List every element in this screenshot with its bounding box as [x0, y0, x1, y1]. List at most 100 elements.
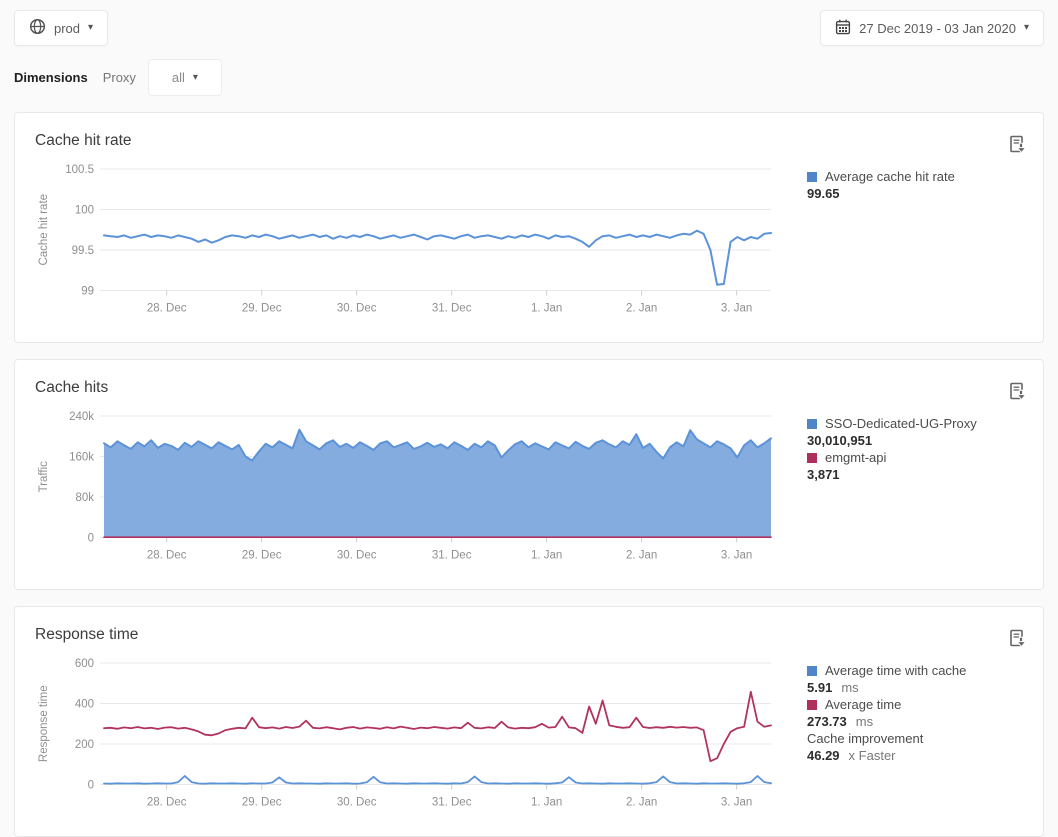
dimensions-bar: Dimensions Proxy all ▾ — [0, 46, 1058, 96]
legend-value-row: 30,010,951 — [807, 432, 1033, 449]
x-axis-tick-label: 29. Dec — [242, 303, 282, 315]
gridlines: 600 400 200 0 — [75, 658, 771, 792]
chart-plot: 600 400 200 0 28. Dec 29. Dec 30. Dec 31. Dec 1.… — [15, 654, 803, 818]
export-report-icon[interactable] — [1008, 629, 1027, 655]
proxy-filter-value: all — [172, 70, 185, 85]
chart-legend: Average time with cache5.91 msAverage tim… — [803, 654, 1039, 818]
legend-unit: ms — [856, 714, 873, 729]
legend-label: Cache improvement — [807, 730, 923, 747]
top-bar: prod ▾ 27 Dec 2019 - 03 Jan 2020 ▾ — [0, 0, 1058, 46]
chart-plot: 240k160k80k028. Dec29. Dec30. Dec31. Dec… — [15, 407, 803, 571]
legend-item: emgmt-api — [807, 449, 1033, 466]
chart-plot: 100.510099.59928. Dec29. Dec30. Dec31. D… — [15, 160, 803, 324]
legend-label: Average time with cache — [825, 662, 966, 679]
legend-item: Average cache hit rate — [807, 168, 1033, 185]
x-axis-tick-label: 31. Dec — [432, 797, 472, 809]
y-axis-title: Response time — [38, 685, 50, 762]
x-axis-tick-label: 3. Jan — [721, 303, 752, 315]
x-axis-tick-label: 29. Dec — [242, 797, 282, 809]
y-axis-tick-label: 100.5 — [65, 164, 94, 176]
chart-legend: Average cache hit rate99.65 — [803, 160, 1039, 324]
legend-value-row: 273.73 ms — [807, 713, 1033, 730]
date-range-label: 27 Dec 2019 - 03 Jan 2020 — [859, 21, 1016, 36]
chart-card-1: Cache hits 240k160k80k028. Dec29. Dec30.… — [14, 359, 1044, 590]
legend-value-row: 46.29 x Faster — [807, 747, 1033, 764]
y-axis-tick-label: 600 — [75, 658, 94, 670]
proxy-filter-select[interactable]: all ▾ — [148, 59, 222, 96]
card-title: Cache hit rate — [15, 113, 1043, 150]
legend-unit: ms — [841, 680, 858, 695]
y-axis-tick-label: 240k — [69, 411, 94, 423]
x-axis-tick-label: 28. Dec — [147, 303, 187, 315]
legend-swatch-icon — [807, 419, 817, 429]
x-axis-tick-label: 3. Jan — [721, 797, 752, 809]
chart-card-0: Cache hit rate 100.510099.59928. Dec29. … — [14, 112, 1044, 343]
x-axis-tick-label: 30. Dec — [337, 550, 377, 562]
legend-value: 46.29 — [807, 748, 840, 763]
legend-swatch-icon — [807, 666, 817, 676]
legend-label: Average cache hit rate — [825, 168, 955, 185]
globe-icon — [29, 18, 46, 38]
chevron-down-icon: ▾ — [193, 73, 198, 83]
x-axis-tick-label: 29. Dec — [242, 550, 282, 562]
x-axis-tick-label: 31. Dec — [432, 550, 472, 562]
chevron-down-icon: ▾ — [88, 23, 93, 33]
x-axis-tick-label: 2. Jan — [626, 550, 657, 562]
legend-value-row: 5.91 ms — [807, 679, 1033, 696]
series-line-Average time with cache — [104, 776, 771, 784]
legend-item: Cache improvement — [807, 730, 1033, 747]
series-line-Average cache hit rate — [104, 231, 771, 285]
y-axis-tick-label: 0 — [88, 780, 94, 792]
x-axis-tick-label: 30. Dec — [337, 303, 377, 315]
dashboard-cards: Cache hit rate 100.510099.59928. Dec29. … — [0, 112, 1058, 837]
x-axis-tick-label: 31. Dec — [432, 303, 472, 315]
card-title: Cache hits — [15, 360, 1043, 397]
x-axis: 28. Dec 29. Dec 30. Dec 31. Dec 1. Jan 2. Jan… — [147, 785, 752, 809]
legend-unit: x Faster — [849, 748, 896, 763]
environment-label: prod — [54, 21, 80, 36]
export-report-icon[interactable] — [1008, 135, 1027, 161]
legend-value: 273.73 — [807, 714, 847, 729]
series-line-Average time — [104, 692, 771, 761]
chart-legend: SSO-Dedicated-UG-Proxy30,010,951emgmt-ap… — [803, 407, 1039, 571]
legend-swatch-icon — [807, 453, 817, 463]
x-axis-tick-label: 2. Jan — [626, 797, 657, 809]
y-axis-tick-label: 99.5 — [72, 245, 94, 257]
legend-value: 3,871 — [807, 467, 840, 482]
x-axis-tick-label: 30. Dec — [337, 797, 377, 809]
legend-value: 99.65 — [807, 186, 840, 201]
calendar-icon — [835, 19, 851, 38]
legend-item: Average time — [807, 696, 1033, 713]
x-axis-tick-label: 1. Jan — [531, 303, 562, 315]
y-axis-tick-label: 160k — [69, 452, 94, 464]
legend-item: Average time with cache — [807, 662, 1033, 679]
y-axis-tick-label: 200 — [75, 739, 94, 751]
x-axis-tick-label: 28. Dec — [147, 797, 187, 809]
date-range-picker[interactable]: 27 Dec 2019 - 03 Jan 2020 ▾ — [820, 10, 1044, 46]
legend-swatch-icon — [807, 700, 817, 710]
legend-value: 5.91 — [807, 680, 832, 695]
chart-card-2: Response time 600 400 200 0 28. Dec 29. Dec 30… — [14, 606, 1044, 837]
gridlines: 100.510099.599 — [65, 164, 771, 298]
legend-value-row: 3,871 — [807, 466, 1033, 483]
y-axis-tick-label: 400 — [75, 699, 94, 711]
legend-label: emgmt-api — [825, 449, 886, 466]
export-report-icon[interactable] — [1008, 382, 1027, 408]
x-axis: 28. Dec 29. Dec 30. Dec 31. Dec 1. Jan 2. Jan… — [147, 538, 752, 562]
y-axis-title: Cache hit rate — [38, 194, 50, 266]
x-axis-tick-label: 28. Dec — [147, 550, 187, 562]
chevron-down-icon: ▾ — [1024, 23, 1029, 33]
chart-row: 100.510099.59928. Dec29. Dec30. Dec31. D… — [15, 160, 1043, 342]
x-axis: 28. Dec29. Dec30. Dec31. Dec1. Jan2. Jan… — [147, 291, 752, 315]
legend-label: SSO-Dedicated-UG-Proxy — [825, 415, 977, 432]
x-axis-tick-label: 1. Jan — [531, 550, 562, 562]
x-axis-tick-label: 3. Jan — [721, 550, 752, 562]
legend-label: Average time — [825, 696, 901, 713]
legend-value-row: 99.65 — [807, 185, 1033, 202]
environment-selector[interactable]: prod ▾ — [14, 10, 108, 46]
x-axis-tick-label: 1. Jan — [531, 797, 562, 809]
y-axis-tick-label: 99 — [81, 286, 94, 298]
y-axis-title: Traffic — [38, 461, 50, 493]
dimension-name-proxy: Proxy — [103, 70, 136, 85]
y-axis-tick-label: 80k — [75, 492, 94, 504]
